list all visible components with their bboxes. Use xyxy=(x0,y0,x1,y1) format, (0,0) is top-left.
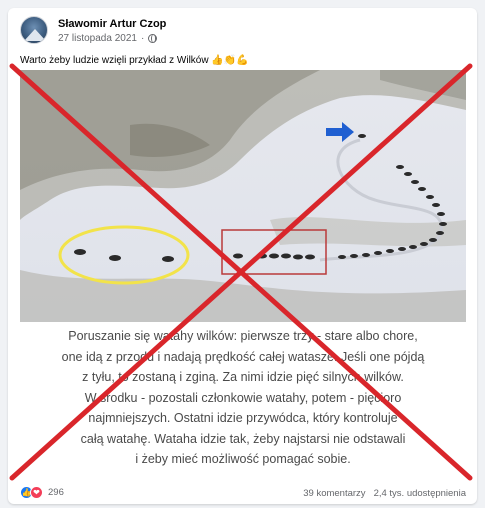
caption-line: Poruszanie się watahy wilków: pierwsze t… xyxy=(68,329,418,343)
caption-line: one idą z przodu i nadają prędkość całej… xyxy=(61,349,425,364)
globe-icon xyxy=(148,34,158,43)
caption-line: i żeby mieć możliwość pomagać sobie. xyxy=(135,452,351,466)
post-card: Sławomir Artur Czop 27 listopada 2021 · … xyxy=(8,8,477,504)
caption-line: z tyłu, to zostaną i zginą. Za nimi idzi… xyxy=(82,370,404,384)
caption-line: całą watahę. Wataha idzie tak, żeby najs… xyxy=(80,431,406,446)
post-photo[interactable] xyxy=(20,70,466,322)
love-icon: ❤ xyxy=(30,486,43,499)
post-date[interactable]: 27 listopada 2021 xyxy=(58,33,137,44)
post-text: Warto żeby ludzie wzięli przykład z Wilk… xyxy=(20,55,249,66)
meta-separator: · xyxy=(140,33,145,44)
caption-line: najmniejszych. Ostatni idzie przywódca, … xyxy=(88,411,398,425)
caption-line: W środku - pozostali członkowie watahy, … xyxy=(84,390,402,405)
image-caption: Poruszanie się watahy wilków: pierwsze t… xyxy=(20,324,466,484)
post-footer: 👍 ❤ 296 39 komentarzy 2,4 tys. udostępni… xyxy=(20,484,466,502)
author-name[interactable]: Sławomir Artur Czop xyxy=(58,18,166,30)
post-meta: 27 listopada 2021 · xyxy=(58,33,158,44)
shares-link[interactable]: 2,4 tys. udostępnienia xyxy=(374,488,466,499)
author-avatar[interactable] xyxy=(20,16,48,44)
wolves-snow-image xyxy=(20,70,466,322)
post-header: Sławomir Artur Czop 27 listopada 2021 · xyxy=(20,16,460,50)
comments-link[interactable]: 39 komentarzy xyxy=(303,488,365,499)
post-stats: 39 komentarzy 2,4 tys. udostępnienia xyxy=(303,488,466,499)
reactions-summary[interactable]: 👍 ❤ 296 xyxy=(20,486,64,499)
reaction-count: 296 xyxy=(48,487,64,498)
